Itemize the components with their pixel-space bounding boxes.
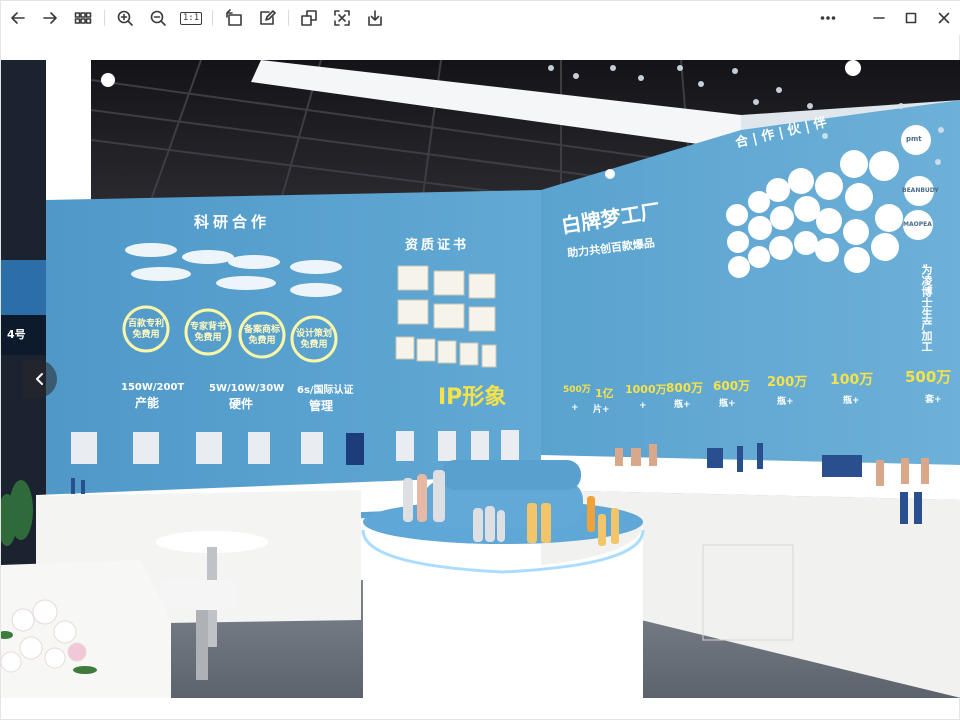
- capacity-unit-8: 套+: [925, 395, 942, 405]
- scan-text-icon: [334, 10, 350, 26]
- zoom-in-button[interactable]: [113, 6, 137, 30]
- zoom-out-button[interactable]: [146, 6, 170, 30]
- last-column-caption: 为凌博士生产加工: [920, 264, 933, 352]
- badge-design: 设计策划 免费用: [295, 329, 332, 350]
- middle-wall-heading: 资质证书: [405, 238, 470, 253]
- toolbar-separator: [212, 10, 213, 26]
- capacity-value-2: 1亿: [595, 387, 614, 400]
- edit-button[interactable]: [255, 6, 279, 30]
- hall-sign: 4号: [7, 328, 26, 341]
- edit-icon: [260, 10, 276, 25]
- badge-patents: 百款专利 免费用: [127, 319, 164, 340]
- stat-management-label: 管理: [309, 399, 334, 413]
- actual-size-icon: 1:1: [179, 11, 203, 25]
- close-icon: [938, 12, 950, 24]
- capacity-value-8: 500万: [905, 368, 952, 386]
- ocr-button[interactable]: [330, 6, 354, 30]
- toolbar-separator: [288, 10, 289, 26]
- capacity-value-4: 800万: [666, 381, 704, 395]
- badge-experts: 专家背书 免费用: [189, 322, 226, 343]
- capacity-value-7: 100万: [830, 372, 874, 388]
- capacity-value-5: 600万: [713, 379, 751, 393]
- image-viewer-window: 1:1 科研合作 百款专利 免费用 专家背书 免费用 备案商标 免费用 设计策划…: [0, 0, 960, 720]
- copy-image-icon: [301, 10, 317, 26]
- rotate-icon: [226, 9, 242, 26]
- capacity-unit-3: +: [639, 401, 647, 411]
- capacity-unit-6: 瓶+: [777, 397, 794, 407]
- more-button[interactable]: [816, 6, 840, 30]
- rotate-button[interactable]: [222, 6, 246, 30]
- stat-management-value: 6s/国际认证: [297, 385, 354, 396]
- maximize-button[interactable]: [899, 6, 923, 30]
- thumbnails-button[interactable]: [71, 6, 95, 30]
- back-button[interactable]: [6, 6, 30, 30]
- capacity-value-1: 500万: [563, 385, 591, 395]
- stat-capacity-value: 150W/200T: [121, 382, 185, 393]
- more-icon: [820, 16, 836, 20]
- save-button[interactable]: [363, 6, 387, 30]
- partner-logo-beanbudy: BEANBUDY: [902, 187, 939, 194]
- forward-button[interactable]: [38, 6, 62, 30]
- arrow-right-icon: [43, 12, 57, 24]
- download-icon: [368, 10, 382, 26]
- left-wall-heading: 科研合作: [194, 213, 271, 231]
- zoom-out-icon: [150, 10, 166, 26]
- copy-image-button[interactable]: [297, 6, 321, 30]
- stat-capacity-label: 产能: [135, 396, 160, 410]
- capacity-value-3: 1000万: [625, 383, 667, 396]
- capacity-unit-4: 瓶+: [674, 400, 691, 410]
- stat-hardware-value: 5W/10W/30W: [209, 383, 285, 394]
- chevron-left-icon: [36, 373, 43, 385]
- badge-trademarks: 备案商标 免费用: [243, 325, 280, 346]
- displayed-photo: 科研合作 百款专利 免费用 专家背书 免费用 备案商标 免费用 设计策划 免费用…: [1, 60, 960, 698]
- viewer-toolbar: 1:1: [1, 1, 960, 35]
- partner-logo-maopea: MAOPEA: [903, 221, 932, 228]
- minimize-icon: [873, 17, 885, 19]
- capacity-unit-1: +: [571, 403, 579, 413]
- toolbar-separator: [104, 10, 105, 26]
- actual-size-button[interactable]: 1:1: [179, 6, 203, 30]
- capacity-unit-7: 瓶+: [843, 396, 860, 406]
- stat-hardware-label: 硬件: [229, 397, 254, 411]
- capacity-unit-2: 片+: [593, 405, 610, 415]
- capacity-unit-5: 瓶+: [719, 399, 736, 409]
- zoom-in-icon: [117, 10, 133, 26]
- grid-icon: [74, 12, 92, 24]
- capacity-value-6: 200万: [767, 375, 808, 390]
- arrow-left-icon: [11, 12, 25, 24]
- minimize-button[interactable]: [867, 6, 891, 30]
- partner-logo-pmt: pmt: [906, 135, 922, 143]
- maximize-icon: [905, 12, 917, 24]
- ip-image-label: IP形象: [438, 385, 507, 410]
- exhibition-booth-scene: [1, 60, 960, 698]
- close-button[interactable]: [932, 6, 956, 30]
